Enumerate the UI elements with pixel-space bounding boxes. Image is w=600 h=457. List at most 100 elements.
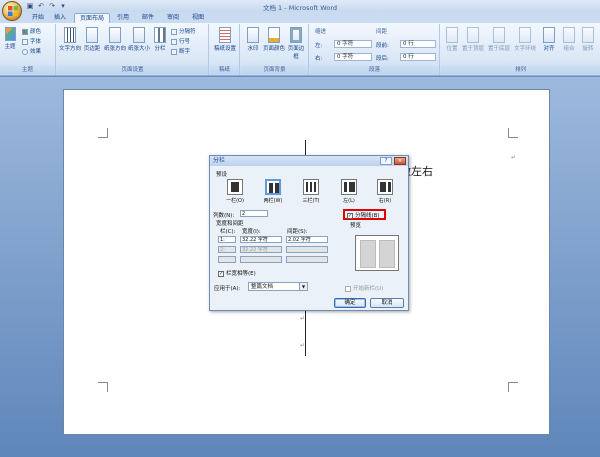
tab-page-layout[interactable]: 页面布局 (74, 13, 110, 23)
hyphenation-label: 断字 (179, 49, 191, 55)
align-button[interactable]: 对齐 (541, 27, 557, 52)
office-button[interactable] (2, 1, 22, 21)
text-wrap-button[interactable]: 文字环绕 (513, 27, 537, 52)
checkbox-checked-icon: ✓ (347, 212, 353, 219)
crop-mark-bottom-left (98, 382, 108, 392)
page-borders-label: 页面边框 (287, 46, 305, 60)
theme-effects-button[interactable]: 效果 (22, 47, 41, 55)
themes-button-label: 主题 (4, 44, 16, 50)
group-label-paragraph: 段落 (310, 66, 439, 74)
col-1-width-input[interactable]: 32.22 字符 (240, 236, 282, 243)
breaks-icon (171, 28, 177, 35)
spacing-header-dialog: 间距(S): (287, 229, 308, 235)
col-3-spacing-input[interactable] (286, 256, 328, 263)
col-2-spacing-input[interactable] (286, 246, 328, 253)
send-back-icon (493, 27, 505, 43)
new-column-checkbox[interactable]: 开始新栏(U) (345, 284, 383, 292)
orientation-button[interactable]: 纸张方向 (104, 27, 126, 52)
ribbon-tabs: 开始 插入 页面布局 引用 邮件 审阅 视图 (0, 12, 600, 23)
tab-home[interactable]: 开始 (28, 13, 48, 23)
apply-to-select[interactable]: 整篇文档 ▼ (248, 282, 308, 291)
tab-review[interactable]: 审阅 (163, 13, 183, 23)
minimize-button[interactable] (550, 0, 566, 10)
position-button[interactable]: 位置 (444, 27, 460, 52)
manuscript-settings-button[interactable]: 稿纸设置 (213, 27, 237, 52)
col-2-width-input[interactable]: 32.22 字符 (240, 246, 282, 253)
size-label: 纸张大小 (128, 46, 151, 52)
breaks-label: 分隔符 (179, 29, 196, 35)
theme-colors-label: 颜色 (30, 29, 42, 35)
indent-right-input[interactable]: 0 字符 (334, 53, 372, 61)
tab-insert[interactable]: 插入 (50, 13, 70, 23)
rotate-icon (582, 27, 594, 43)
preset-left[interactable]: 左(L) (336, 179, 362, 204)
crop-mark-top-right (508, 128, 518, 138)
rotate-button[interactable]: 旋转 (580, 27, 596, 52)
title-bar: ▣ ↶ ↷ ▾ 文档 1 - Microsoft Word (0, 0, 600, 12)
num-columns-input[interactable]: 2 (240, 210, 268, 217)
cancel-button[interactable]: 取消 (370, 298, 404, 308)
theme-fonts-button[interactable]: 字体 (22, 37, 41, 45)
hyphenation-button[interactable]: 断字 (171, 47, 190, 55)
breaks-button[interactable]: 分隔符 (171, 27, 196, 35)
help-button[interactable]: ? (380, 157, 392, 165)
left-column-icon (341, 179, 357, 195)
preset-three[interactable]: 三栏(T) (298, 179, 324, 204)
orientation-icon (109, 27, 121, 43)
chevron-down-icon: ▼ (299, 283, 307, 290)
col-1-spacing-input[interactable]: 2.02 字符 (286, 236, 328, 243)
tab-view[interactable]: 视图 (188, 13, 208, 23)
columns-label: 分栏 (154, 46, 166, 52)
preset-three-label: 三栏(T) (302, 198, 320, 204)
theme-fonts-label: 字体 (30, 39, 42, 45)
indent-left-input[interactable]: 0 字符 (334, 40, 372, 48)
spacing-before-input[interactable]: 0 行 (400, 40, 436, 48)
bring-front-button[interactable]: 置于顶层 (461, 27, 485, 52)
preset-one[interactable]: 一栏(O) (222, 179, 248, 204)
bring-front-label: 置于顶层 (461, 46, 484, 52)
themes-icon (4, 27, 16, 41)
hyphenation-icon (171, 48, 177, 55)
ok-button[interactable]: 确定 (334, 298, 366, 308)
group-label-manuscript: 稿纸 (210, 66, 239, 74)
preset-two[interactable]: 两栏(W) (260, 179, 286, 204)
new-column-label: 开始新栏(U) (353, 286, 384, 292)
columns-button[interactable]: 分栏 (152, 27, 168, 52)
text-direction-button[interactable]: 文字方向 (59, 27, 81, 52)
checkbox-empty-icon (345, 285, 351, 292)
group-label-arrange: 排列 (441, 66, 600, 74)
maximize-button[interactable] (566, 0, 582, 10)
equal-width-checkbox[interactable]: ✓ 栏宽相等(E) (218, 269, 256, 277)
indent-header: 缩进 (315, 29, 327, 35)
preview-label: 预览 (350, 223, 362, 229)
page-color-button[interactable]: 页面颜色 (263, 27, 285, 52)
paragraph-mark: ↵ (511, 154, 517, 161)
margins-button[interactable]: 页边距 (82, 27, 102, 52)
line-between-checkbox[interactable]: ✓ 分隔线(B) (347, 211, 380, 219)
spacing-after-input[interactable]: 0 行 (400, 53, 436, 61)
col-3-width-input[interactable] (240, 256, 282, 263)
tab-references[interactable]: 引用 (113, 13, 133, 23)
theme-colors-button[interactable]: 颜色 (22, 27, 41, 35)
preset-right[interactable]: 右(R) (372, 179, 398, 204)
themes-button[interactable]: 主题 (3, 27, 17, 50)
page-color-icon (268, 27, 280, 43)
page-borders-button[interactable]: 页面边框 (286, 27, 306, 60)
group-label-themes: 主题 (0, 66, 55, 74)
presets-label: 预设 (216, 172, 228, 178)
close-window-button[interactable] (582, 0, 598, 10)
one-column-icon (227, 179, 243, 195)
send-back-button[interactable]: 置于底层 (487, 27, 511, 52)
dialog-title: 分栏 (213, 157, 226, 164)
spacing-after-label: 段后: (376, 56, 389, 62)
size-button[interactable]: 纸张大小 (128, 27, 150, 52)
tab-mailings[interactable]: 邮件 (138, 13, 158, 23)
close-dialog-button[interactable]: × (394, 157, 406, 165)
group-objects-button[interactable]: 组合 (561, 27, 577, 52)
watermark-button[interactable]: 水印 (244, 27, 262, 52)
margins-label: 页边距 (83, 46, 101, 52)
spacing-before-label: 段前: (376, 43, 389, 49)
line-numbers-button[interactable]: 行号 (171, 37, 190, 45)
dialog-title-bar: 分栏 ? × (210, 156, 408, 166)
right-column-icon (377, 179, 393, 195)
